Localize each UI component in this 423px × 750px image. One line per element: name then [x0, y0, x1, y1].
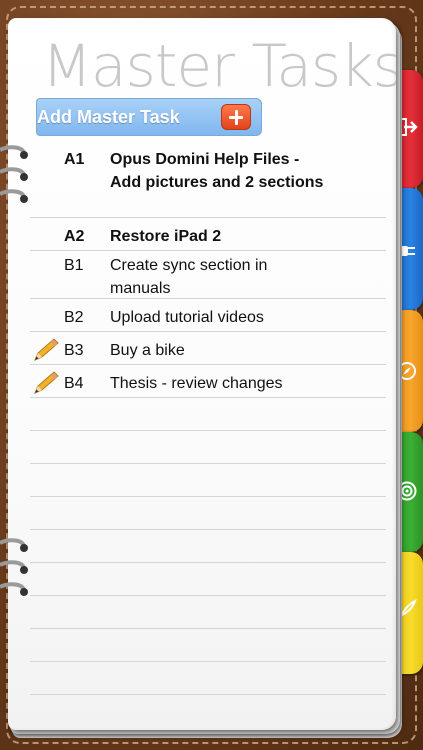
task-text: Restore iPad 2: [110, 228, 222, 245]
task-priority: B1: [64, 257, 84, 274]
add-master-task-button[interactable]: Add Master Task: [36, 98, 262, 136]
task-text: Thesis - review changes: [110, 375, 283, 392]
task-priority: B3: [64, 342, 84, 359]
notebook-page: Master Tasks Add Master Task A1 Opus Dom…: [8, 18, 396, 730]
task-text: Opus Domini Help Files - Add pictures an…: [110, 151, 324, 191]
task-priority: A1: [64, 151, 85, 168]
binder-ring-icon: [0, 582, 28, 596]
task-text: Create sync section in manuals: [110, 257, 268, 297]
task-priority: B4: [64, 375, 84, 392]
task-text: Buy a bike: [110, 342, 185, 359]
page-title: Master Tasks: [42, 32, 396, 100]
task-text: Upload tutorial videos: [110, 309, 264, 326]
task-priority: A2: [64, 228, 85, 245]
task-priority: B2: [64, 309, 84, 326]
binder-ring-icon: [0, 145, 28, 159]
add-master-task-label: Add Master Task: [37, 107, 180, 127]
binder-ring-icon: [0, 167, 28, 181]
binder-ring-icon: [0, 538, 28, 552]
pencil-icon[interactable]: [32, 337, 60, 363]
binder-ring-icon: [0, 560, 28, 574]
binder-ring-icon: [0, 189, 28, 203]
plus-icon: [221, 104, 251, 130]
pencil-icon[interactable]: [32, 370, 60, 396]
